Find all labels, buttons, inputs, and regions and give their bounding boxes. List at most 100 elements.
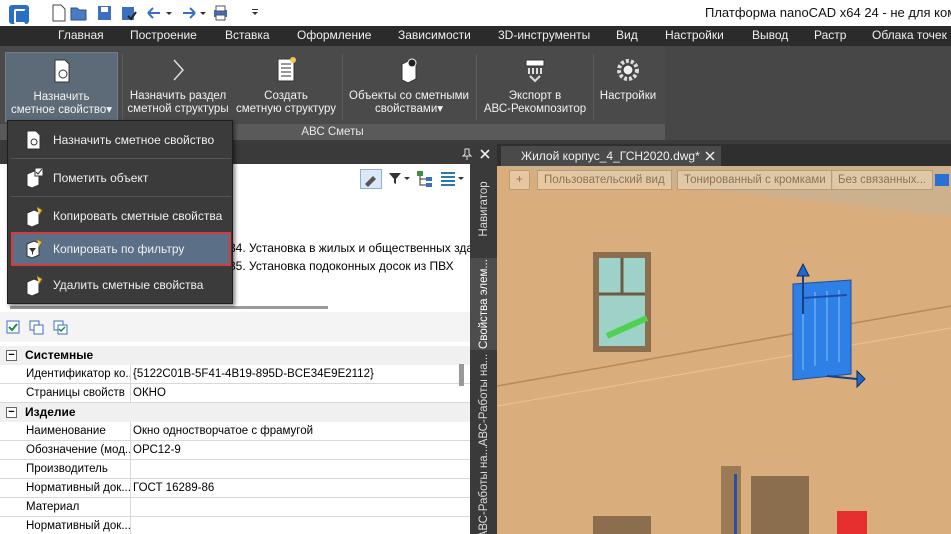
property-value: ГОСТ 16289-86 xyxy=(133,482,215,494)
print-icon[interactable] xyxy=(212,4,229,22)
redo-icon[interactable] xyxy=(180,4,197,22)
property-row[interactable]: Обозначение (мод... ОРС12-9 xyxy=(0,441,470,460)
export-recompositor-button[interactable]: Экспорт в АВС-Рекомпозитор xyxy=(480,52,590,122)
mark-object-icon xyxy=(26,167,44,189)
viewport-toolbar: + Пользовательский вид Тонированный с кр… xyxy=(497,170,951,190)
drawing-viewport[interactable]: + Пользовательский вид Тонированный с кр… xyxy=(497,166,951,534)
copy-checked-icon[interactable] xyxy=(53,320,69,335)
tab-label: АВС-Работы на... xyxy=(477,445,490,534)
property-label: Обозначение (мод... xyxy=(24,441,131,460)
building-3d-view xyxy=(497,166,951,534)
objects-label-1: Объекты со сметными xyxy=(349,90,469,102)
menu-settings[interactable]: Настройки xyxy=(665,28,724,42)
work-item[interactable]: 35. Установка подоконных досок из ПВХ xyxy=(229,259,454,273)
copy-object-icon[interactable] xyxy=(29,320,45,335)
pin-icon[interactable] xyxy=(461,148,473,160)
menu-insert[interactable]: Вставка xyxy=(225,28,270,42)
linked-objects-dropdown[interactable]: Без связанных... xyxy=(831,170,934,190)
property-group-header[interactable]: − Изделие xyxy=(0,403,470,422)
menu-item-mark-object[interactable]: Пометить объект xyxy=(11,161,231,195)
tab-element-properties[interactable]: Свойства элем... xyxy=(470,258,497,350)
tab-navigator[interactable]: Навигатор xyxy=(470,164,497,254)
property-value: {5122C01B-5F41-4B19-895D-BCE34E9E2112} xyxy=(133,368,374,380)
property-row[interactable]: Производитель xyxy=(0,460,470,479)
redo-dropdown-icon[interactable] xyxy=(198,4,208,22)
tab-abc-works-1[interactable]: АВС-Работы на... xyxy=(470,354,497,447)
export-icon xyxy=(525,59,545,83)
collapse-icon[interactable]: − xyxy=(6,350,17,361)
tab-abc-works-2[interactable]: АВС-Работы на... xyxy=(470,446,497,534)
ribbon-settings-button[interactable]: Настройки xyxy=(596,52,660,122)
menu-3d-tools[interactable]: 3D-инструменты xyxy=(498,28,590,42)
structure-list-icon xyxy=(277,57,296,82)
close-icon[interactable] xyxy=(479,148,491,160)
tree-structure-icon[interactable] xyxy=(416,170,434,188)
document-tab-label: Жилой корпус_4_ГСН2020.dwg* xyxy=(521,149,700,163)
menu-item-label: Копировать по фильтру xyxy=(53,242,185,256)
viewport-add-button[interactable]: + xyxy=(509,170,530,190)
copy-properties-icon xyxy=(26,206,43,227)
document-tab[interactable]: Жилой корпус_4_ГСН2020.dwg* xyxy=(501,146,721,166)
property-group-name: Системные xyxy=(25,348,94,362)
menu-item-delete-properties[interactable]: Удалить сметные свойства xyxy=(11,268,231,302)
visual-style-dropdown[interactable]: Тонированный с кромками xyxy=(677,170,833,190)
menu-item-assign-property[interactable]: Назначить сметное свойство xyxy=(11,123,231,157)
property-row[interactable]: Идентификатор ко... {5122C01B-5F41-4B19-… xyxy=(0,365,470,384)
work-item[interactable]: 34. Установка в жилых и общественных зда… xyxy=(229,241,486,255)
menu-main[interactable]: Главная xyxy=(58,28,104,42)
customize-toolbar-icon[interactable] xyxy=(250,4,260,22)
property-value: ОРС12-9 xyxy=(133,444,181,456)
vertical-scrollbar-thumb[interactable] xyxy=(459,364,464,386)
menu-item-label: Назначить сметное свойство xyxy=(53,133,215,147)
select-checked-icon[interactable] xyxy=(6,320,20,334)
viewcube-icon[interactable] xyxy=(935,174,949,186)
pick-object-icon[interactable] xyxy=(360,169,382,189)
app-logo-icon[interactable] xyxy=(9,5,29,24)
menu-view[interactable]: Вид xyxy=(616,28,638,42)
tab-label: Навигатор xyxy=(477,181,490,237)
property-group-header[interactable]: − Системные xyxy=(0,346,470,365)
menu-point-clouds[interactable]: Облака точек xyxy=(872,28,947,42)
open-folder-icon[interactable] xyxy=(70,4,87,22)
undo-dropdown-icon[interactable] xyxy=(164,4,174,22)
property-label: Страницы свойств xyxy=(24,384,131,403)
objects-with-properties-button[interactable]: Объекты со сметными свойствами▾ xyxy=(346,52,472,122)
menu-raster[interactable]: Растр xyxy=(814,28,846,42)
assign-section-label-2: сметной структуры xyxy=(127,103,229,115)
view-preset-dropdown[interactable]: Пользовательский вид xyxy=(537,170,672,190)
columns-dropdown-icon[interactable] xyxy=(440,170,466,188)
assign-property-dropdown: Назначить сметное свойство Пометить объе… xyxy=(7,120,233,304)
export-label-2: АВС-Рекомпозитор xyxy=(483,103,587,115)
gear-icon xyxy=(617,59,639,81)
ribbon-empty-area xyxy=(665,46,951,140)
property-row[interactable]: Нормативный док... ГОСТ 16289-86 xyxy=(0,479,470,498)
menu-item-copy-by-filter[interactable]: Копировать по фильтру xyxy=(11,232,231,266)
property-row[interactable]: Наименование Окно одностворчатое с фраму… xyxy=(0,422,470,441)
save-all-icon[interactable] xyxy=(120,4,137,22)
assign-property-label-2: сметное свойство▾ xyxy=(11,104,112,116)
menu-format[interactable]: Оформление xyxy=(297,28,371,42)
save-icon[interactable] xyxy=(96,4,113,22)
menu-item-copy-properties[interactable]: Копировать сметные свойства xyxy=(11,199,231,233)
filter-dropdown-icon[interactable] xyxy=(388,172,412,186)
assign-estimate-property-button[interactable]: Назначить сметное свойство▾ xyxy=(5,52,118,122)
close-tab-icon[interactable] xyxy=(705,151,715,161)
ribbon-separator xyxy=(342,54,343,120)
property-row[interactable]: Страницы свойств ОКНО xyxy=(0,384,470,403)
undo-icon[interactable] xyxy=(146,4,163,22)
menu-output[interactable]: Вывод xyxy=(752,28,788,42)
assign-section-button[interactable]: Назначить раздел сметной структуры xyxy=(126,52,230,122)
ribbon-separator xyxy=(593,54,594,120)
property-row[interactable]: Материал xyxy=(0,498,470,517)
objects-eye-icon xyxy=(401,58,417,84)
ribbon-separator xyxy=(476,54,477,120)
collapse-icon[interactable]: − xyxy=(6,407,17,418)
title-bar: Платформа nanoCAD x64 24 - не для коммер… xyxy=(0,0,951,26)
menu-constraints[interactable]: Зависимости xyxy=(398,28,471,42)
menu-item-label: Копировать сметные свойства xyxy=(53,209,223,223)
new-file-icon[interactable] xyxy=(50,4,67,22)
create-structure-button[interactable]: Создать сметную структуру xyxy=(234,52,338,122)
menu-build[interactable]: Построение xyxy=(130,28,197,42)
horizontal-scrollbar[interactable] xyxy=(10,306,328,309)
property-row[interactable]: Нормативный док... xyxy=(0,517,470,534)
